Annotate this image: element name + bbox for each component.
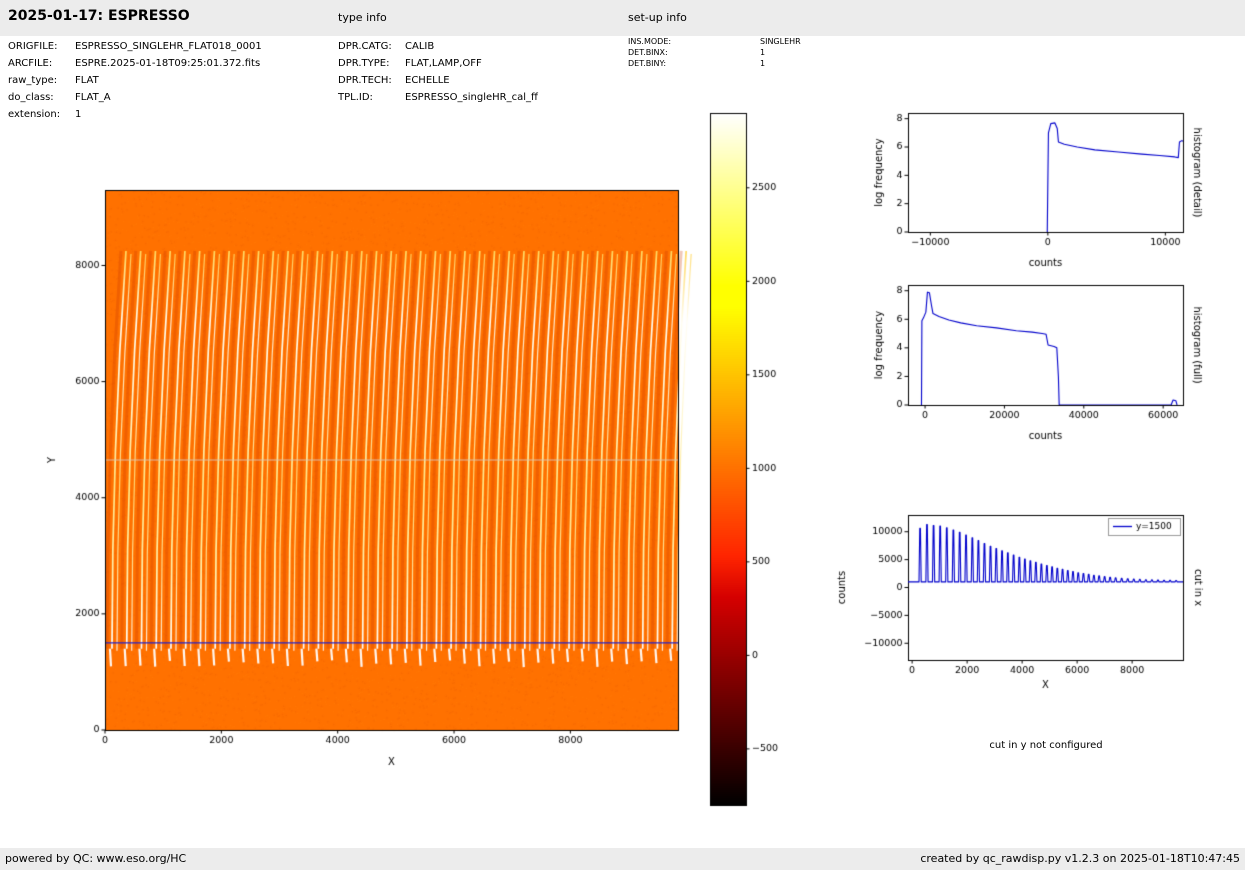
field-label: DET.BINY:	[628, 59, 667, 68]
field-value: ESPRE.2025-01-18T09:25:01.372.fits	[75, 58, 261, 69]
field-value: ESPRESSO_singleHR_cal_ff	[405, 92, 538, 103]
field-value: FLAT_A	[75, 92, 111, 103]
field-value: CALIB	[405, 41, 435, 52]
setup-info-row: DET.BINX: 1	[628, 47, 848, 58]
setup-info-heading: set-up info	[628, 11, 687, 24]
file-info-row: raw_type: FLAT	[8, 72, 336, 89]
field-value: FLAT	[75, 75, 99, 86]
field-value: 1	[760, 59, 766, 68]
histogram-detail-chart	[860, 100, 1245, 280]
setup-info-row: DET.BINY: 1	[628, 58, 848, 69]
type-info-row: TPL.ID: ESPRESSO_singleHR_cal_ff	[338, 89, 626, 106]
type-info-row: DPR.TYPE: FLAT,LAMP,OFF	[338, 55, 626, 72]
colorbar	[700, 105, 810, 820]
type-info-block: DPR.CATG: CALIB DPR.TYPE: FLAT,LAMP,OFF …	[338, 38, 626, 106]
setup-info-block: INS.MODE: SINGLEHR DET.BINX: 1 DET.BINY:…	[628, 36, 848, 69]
file-info-row: ARCFILE: ESPRE.2025-01-18T09:25:01.372.f…	[8, 55, 336, 72]
footer-right-text: created by qc_rawdisp.py v1.2.3 on 2025-…	[920, 852, 1240, 865]
header-bar: 2025-01-17: ESPRESSO type info set-up in…	[0, 0, 1245, 36]
page-title: 2025-01-17: ESPRESSO	[8, 8, 190, 24]
qc-report-page: { "header": { "title": "2025-01-17: ESPR…	[0, 0, 1245, 870]
field-label: DET.BINX:	[628, 48, 668, 57]
file-info-row: extension: 1	[8, 106, 336, 123]
type-info-row: DPR.CATG: CALIB	[338, 38, 626, 55]
footer-bar: powered by QC: www.eso.org/HC created by…	[0, 848, 1245, 870]
field-label: ORIGFILE:	[8, 41, 58, 52]
field-value: SINGLEHR	[760, 37, 801, 46]
file-info-row: ORIGFILE: ESPRESSO_SINGLEHR_FLAT018_0001	[8, 38, 336, 55]
field-label: ARCFILE:	[8, 58, 53, 69]
type-info-heading: type info	[338, 11, 387, 24]
file-info-block: ORIGFILE: ESPRESSO_SINGLEHR_FLAT018_0001…	[8, 38, 336, 123]
field-value: 1	[760, 48, 766, 57]
cut-in-x-chart	[820, 500, 1245, 700]
histogram-full-chart	[860, 272, 1245, 452]
field-label: TPL.ID:	[338, 92, 373, 103]
field-label: extension:	[8, 109, 61, 120]
field-value: ECHELLE	[405, 75, 450, 86]
field-value: FLAT,LAMP,OFF	[405, 58, 482, 69]
cut-in-y-note: cut in y not configured	[989, 740, 1103, 751]
field-label: do_class:	[8, 92, 54, 103]
field-label: raw_type:	[8, 75, 58, 86]
setup-info-row: INS.MODE: SINGLEHR	[628, 36, 848, 47]
field-label: DPR.TECH:	[338, 75, 392, 86]
type-info-row: DPR.TECH: ECHELLE	[338, 72, 626, 89]
field-label: INS.MODE:	[628, 37, 672, 46]
raw-frame-heatmap	[40, 180, 700, 790]
field-value: ESPRESSO_SINGLEHR_FLAT018_0001	[75, 41, 262, 52]
footer-left-text: powered by QC: www.eso.org/HC	[5, 852, 187, 865]
field-label: DPR.TYPE:	[338, 58, 390, 69]
field-value: 1	[75, 109, 82, 120]
field-label: DPR.CATG:	[338, 41, 392, 52]
file-info-row: do_class: FLAT_A	[8, 89, 336, 106]
